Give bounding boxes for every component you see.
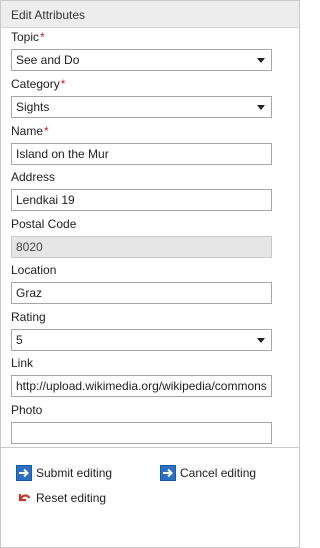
rating-value: 5 [16,333,23,347]
category-label: Category* [11,77,66,91]
topic-select[interactable]: See and Do [11,49,272,71]
reset-editing-label: Reset editing [36,491,107,505]
postal-code-field: Postal Code 8020 [11,216,273,258]
category-select[interactable]: Sights [11,96,272,118]
address-field: Address Lendkai 19 [11,169,273,211]
chevron-down-icon [257,105,265,110]
location-label: Location [11,263,57,277]
arrow-right-icon [160,465,176,481]
panel-title: Edit Attributes [11,8,86,22]
category-value: Sights [16,100,50,114]
edit-attributes-panel: Edit Attributes Topic* See and Do Catego… [0,0,300,548]
address-label: Address [11,170,56,184]
link-input[interactable]: http://upload.wikimedia.org/wikipedia/co… [11,375,272,397]
submit-editing-button[interactable]: Submit editing [16,465,112,481]
address-input[interactable]: Lendkai 19 [11,189,272,211]
photo-input[interactable] [11,422,272,444]
required-marker: * [60,77,66,91]
name-field: Name* Island on the Mur [11,123,273,165]
rating-select[interactable]: 5 [11,329,272,351]
topic-field: Topic* See and Do [11,29,273,71]
required-marker: * [40,30,45,44]
chevron-down-icon [257,338,265,343]
submit-editing-label: Submit editing [36,466,113,480]
cancel-editing-label: Cancel editing [180,466,257,480]
cancel-editing-button[interactable]: Cancel editing [160,465,256,481]
reset-editing-button[interactable]: Reset editing [16,490,106,506]
arrow-right-icon [16,465,32,481]
name-input[interactable]: Island on the Mur [11,143,272,165]
rating-field: Rating 5 [11,309,273,351]
photo-field: Photo [11,402,273,444]
category-field: Category* Sights [11,76,273,118]
panel-header: Edit Attributes [1,1,299,28]
link-field: Link http://upload.wikimedia.org/wikiped… [11,355,273,397]
name-label: Name* [11,124,49,138]
postal-code-input: 8020 [11,236,272,258]
location-input[interactable]: Graz [11,282,272,304]
link-label: Link [11,356,34,370]
chevron-down-icon [257,58,265,63]
photo-label: Photo [11,403,43,417]
actions-footer: Submit editing Cancel editing Reset edit… [1,447,299,547]
topic-value: See and Do [16,53,80,67]
postal-code-label: Postal Code [11,217,77,231]
location-field: Location Graz [11,262,273,304]
rating-label: Rating [11,310,46,324]
undo-icon [18,494,31,502]
topic-label: Topic* [11,30,45,44]
required-marker: * [44,124,49,138]
